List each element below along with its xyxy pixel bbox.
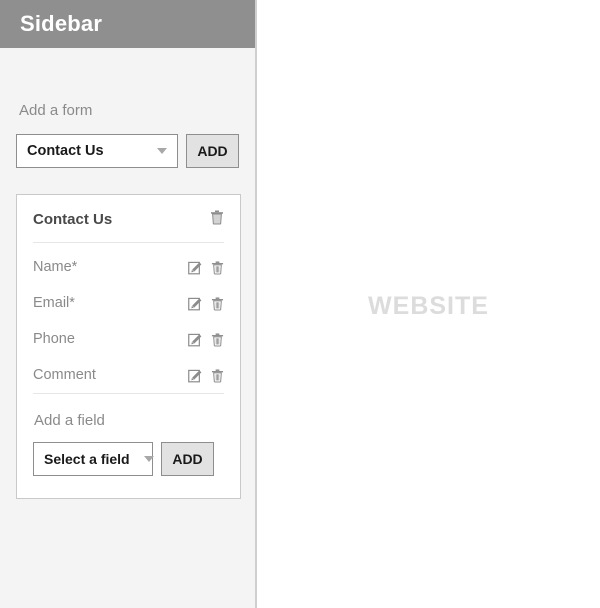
form-card-header: Contact Us	[33, 195, 224, 242]
form-field-actions	[188, 260, 224, 275]
add-field-row: Select a field ADD	[33, 442, 224, 476]
form-card-title: Contact Us	[33, 211, 113, 228]
form-card-header-actions	[210, 209, 224, 230]
edit-icon[interactable]	[188, 332, 203, 347]
field-select-dropdown[interactable]: Select a field	[33, 442, 154, 476]
app-root: Sidebar Add a form Contact Us ADD Contac…	[0, 0, 600, 608]
trash-icon[interactable]	[211, 260, 224, 275]
website-watermark: WEBSITE	[368, 292, 489, 320]
edit-icon[interactable]	[188, 296, 203, 311]
trash-icon[interactable]	[210, 209, 224, 225]
chevron-down-icon	[130, 456, 154, 462]
trash-icon[interactable]	[211, 296, 224, 311]
add-form-row: Contact Us ADD	[16, 134, 239, 168]
sidebar-body: Add a form Contact Us ADD Contact Us Nam…	[0, 48, 255, 499]
add-form-label: Add a form	[19, 102, 93, 119]
edit-icon[interactable]	[188, 260, 203, 275]
website-canvas[interactable]: WEBSITE	[257, 0, 600, 608]
form-select-value: Contact Us	[27, 143, 104, 159]
chevron-down-icon	[143, 148, 167, 154]
form-field-label: Comment	[33, 367, 96, 383]
add-field-button[interactable]: ADD	[161, 442, 214, 476]
edit-icon[interactable]	[188, 368, 203, 383]
form-field-row: Email*	[33, 285, 224, 321]
field-select-value: Select a field	[44, 451, 130, 467]
sidebar-header: Sidebar	[0, 0, 255, 48]
sidebar-panel: Sidebar Add a form Contact Us ADD Contac…	[0, 0, 257, 608]
form-fields-list: Name* Email* Phone Comment	[33, 243, 224, 393]
form-field-label: Phone	[33, 331, 75, 347]
trash-icon[interactable]	[211, 332, 224, 347]
form-field-actions	[188, 368, 224, 383]
form-field-actions	[188, 332, 224, 347]
form-field-label: Email*	[33, 295, 75, 311]
trash-icon[interactable]	[211, 368, 224, 383]
add-form-button[interactable]: ADD	[186, 134, 239, 168]
form-field-actions	[188, 296, 224, 311]
form-field-label: Name*	[33, 259, 78, 275]
form-card: Contact Us Name* Email* Phone Comment Ad…	[16, 194, 241, 499]
form-select-dropdown[interactable]: Contact Us	[16, 134, 178, 168]
form-field-row: Name*	[33, 249, 224, 285]
sidebar-title: Sidebar	[20, 11, 103, 36]
form-field-row: Comment	[33, 357, 224, 393]
add-field-label: Add a field	[34, 412, 105, 429]
form-field-row: Phone	[33, 321, 224, 357]
